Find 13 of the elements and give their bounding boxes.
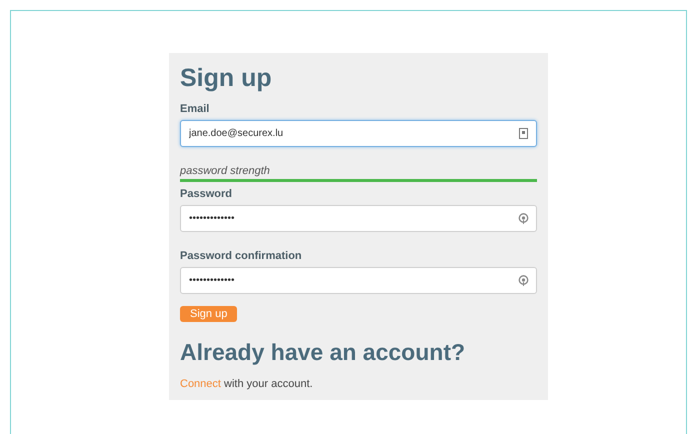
key-icon[interactable] xyxy=(518,213,529,224)
password-field[interactable]: ••••••••••••• xyxy=(180,267,537,294)
key-icon[interactable] xyxy=(518,275,529,286)
field-label: Email xyxy=(180,103,210,115)
contact-card-icon[interactable] xyxy=(518,128,529,139)
strength-label: password strength xyxy=(180,165,271,177)
login-text: Connect with your account. xyxy=(180,378,314,390)
field-label: Password xyxy=(180,188,233,200)
field-label: Password confirmation xyxy=(180,250,303,262)
page-title: Sign up xyxy=(180,63,273,93)
password-field[interactable]: ••••••••••••• xyxy=(180,205,537,232)
section-heading: Already have an account? xyxy=(180,338,466,366)
email-field[interactable]: jane.doe@securex.lu xyxy=(180,120,537,147)
